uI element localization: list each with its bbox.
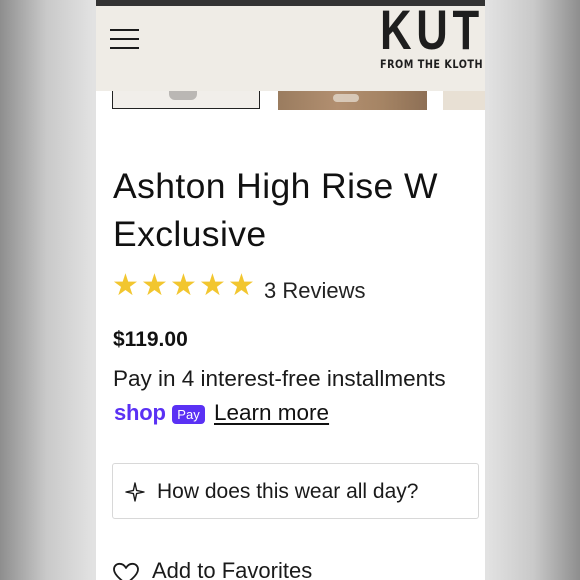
star-icon: ★ — [112, 268, 139, 303]
shop-pay-logo: shop — [114, 400, 166, 425]
reviews-link[interactable]: 3 Reviews — [264, 278, 365, 304]
ask-question-button[interactable]: How does this wear all day? — [112, 463, 479, 519]
hamburger-menu-icon[interactable] — [110, 27, 140, 51]
star-icon: ★ — [170, 268, 197, 303]
product-page: KUT FROM THE KLOTH Ashton High Rise W Ex… — [96, 0, 485, 580]
product-price: $119.00 — [113, 328, 188, 351]
brand-logo[interactable]: KUT FROM THE KLOTH — [380, 6, 485, 71]
ask-question-label: How does this wear all day? — [157, 480, 419, 503]
sparkle-icon — [125, 482, 145, 502]
site-header: KUT FROM THE KLOTH — [96, 6, 485, 91]
product-title: Ashton High Rise W Exclusive — [113, 162, 485, 258]
shop-pay-badge: Pay — [172, 405, 205, 424]
product-title-line-1: Ashton High Rise W — [113, 166, 438, 206]
favorites-label: Add to Favorites — [152, 558, 313, 580]
star-icon: ★ — [228, 268, 255, 303]
thumbnail-3[interactable] — [443, 91, 485, 110]
heart-icon — [113, 562, 139, 580]
learn-more-link[interactable]: Learn more — [214, 400, 329, 426]
star-icon: ★ — [199, 268, 226, 303]
installments-text: Pay in 4 interest-free installments — [113, 366, 446, 391]
logo-tagline: FROM THE KLOTH — [380, 57, 484, 71]
logo-wordmark: KUT — [380, 6, 484, 61]
thumbnail-1-selected[interactable] — [112, 91, 260, 109]
image-thumbnails — [96, 91, 485, 111]
thumbnail-2[interactable] — [278, 91, 427, 110]
star-icon: ★ — [141, 268, 168, 303]
product-title-line-2: Exclusive — [113, 214, 267, 254]
